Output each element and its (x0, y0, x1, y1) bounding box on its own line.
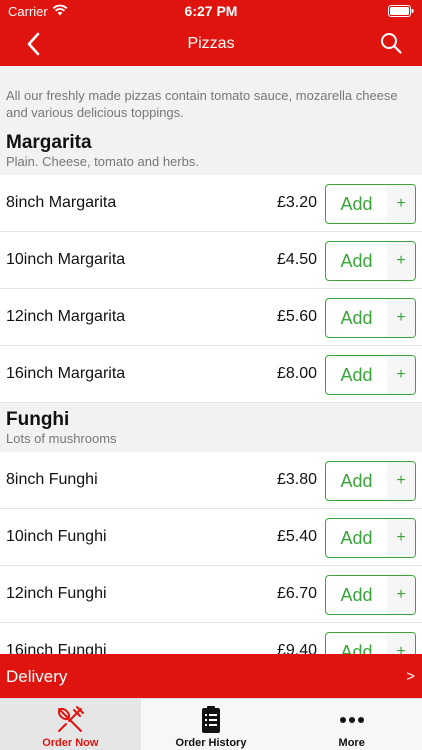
plus-icon[interactable]: + (387, 576, 415, 614)
menu-item: 8inch Margarita £3.20 Add + (0, 175, 422, 232)
section-header-funghi: Funghi Lots of mushrooms (0, 403, 422, 452)
add-button-label[interactable]: Add (326, 299, 387, 337)
add-button[interactable]: Add + (325, 298, 416, 338)
add-button[interactable]: Add + (325, 632, 416, 654)
item-name: 16inch Margarita (6, 365, 126, 382)
item-price: £9.40 (276, 642, 317, 654)
tab-order-history[interactable]: Order History (141, 699, 282, 750)
section-title: Margarita (6, 132, 92, 153)
add-button[interactable]: Add + (325, 241, 416, 281)
status-bar: Carrier 6:27 PM (0, 0, 422, 22)
item-name: 10inch Funghi (6, 528, 107, 545)
add-button-label[interactable]: Add (326, 185, 387, 223)
menu-item: 8inch Funghi £3.80 Add + (0, 452, 422, 509)
tab-order-now[interactable]: Order Now (0, 699, 141, 750)
add-button-label[interactable]: Add (326, 576, 387, 614)
battery-icon (388, 5, 414, 17)
item-price: £8.00 (276, 365, 317, 382)
clipboard-icon[interactable] (196, 705, 226, 735)
add-button-label[interactable]: Add (326, 242, 387, 280)
plus-icon[interactable]: + (387, 242, 415, 280)
section-header-margarita: Margarita Plain. Cheese, tomato and herb… (0, 132, 422, 175)
item-price: £5.60 (276, 308, 317, 325)
plus-icon[interactable]: + (387, 299, 415, 337)
menu-list[interactable]: All our freshly made pizzas contain toma… (0, 66, 422, 654)
section-description: Lots of mushrooms (6, 431, 117, 446)
menu-item: 10inch Margarita £4.50 Add + (0, 232, 422, 289)
section-title: Funghi (6, 409, 70, 430)
tab-label: Order Now (42, 737, 99, 749)
add-button[interactable]: Add + (325, 575, 416, 615)
plus-icon[interactable]: + (387, 633, 415, 654)
item-price: £3.80 (276, 471, 317, 488)
menu-item: 16inch Margarita £8.00 Add + (0, 346, 422, 403)
plus-icon[interactable]: + (387, 185, 415, 223)
add-button[interactable]: Add + (325, 355, 416, 395)
add-button-label[interactable]: Add (326, 356, 387, 394)
tab-label: Order History (175, 737, 247, 749)
status-time: 6:27 PM (184, 3, 238, 19)
add-button[interactable]: Add + (325, 461, 416, 501)
intro-text: All our freshly made pizzas contain toma… (6, 88, 398, 120)
item-name: 12inch Margarita (6, 308, 126, 325)
item-price: £3.20 (276, 194, 317, 211)
tab-more[interactable]: More (281, 699, 422, 750)
add-button[interactable]: Add + (325, 184, 416, 224)
more-dots-icon[interactable] (337, 705, 367, 735)
menu-item: 10inch Funghi £5.40 Add + (0, 509, 422, 566)
item-name: 12inch Funghi (6, 585, 107, 602)
menu-item: 12inch Margarita £5.60 Add + (0, 289, 422, 346)
add-button-label[interactable]: Add (326, 633, 387, 654)
delivery-bar[interactable]: Delivery > (0, 654, 422, 698)
menu-item: 16inch Funghi £9.40 Add + (0, 623, 422, 654)
menu-item: 12inch Funghi £6.70 Add + (0, 566, 422, 623)
plus-icon[interactable]: + (387, 519, 415, 557)
item-price: £6.70 (276, 585, 317, 602)
add-button-label[interactable]: Add (326, 462, 387, 500)
tab-label: More (338, 737, 365, 749)
app-header: Carrier 6:27 PM Pizzas (0, 0, 422, 66)
add-button-label[interactable]: Add (326, 519, 387, 557)
nav-bar: Pizzas (0, 22, 422, 66)
plus-icon[interactable]: + (387, 462, 415, 500)
item-name: 8inch Funghi (6, 471, 98, 488)
item-price: £5.40 (276, 528, 317, 545)
add-button[interactable]: Add + (325, 518, 416, 558)
item-name: 10inch Margarita (6, 251, 126, 268)
search-icon[interactable] (380, 32, 402, 54)
item-name: 8inch Margarita (6, 194, 117, 211)
tab-bar: Order Now Order History More (0, 698, 422, 750)
item-name: 16inch Funghi (6, 642, 107, 654)
plus-icon[interactable]: + (387, 356, 415, 394)
chevron-right-icon[interactable]: > (406, 668, 415, 685)
item-price: £4.50 (276, 251, 317, 268)
page-title: Pizzas (187, 35, 235, 52)
fork-knife-icon[interactable] (55, 705, 85, 735)
delivery-label[interactable]: Delivery (6, 667, 67, 687)
section-description: Plain. Cheese, tomato and herbs. (6, 154, 199, 169)
